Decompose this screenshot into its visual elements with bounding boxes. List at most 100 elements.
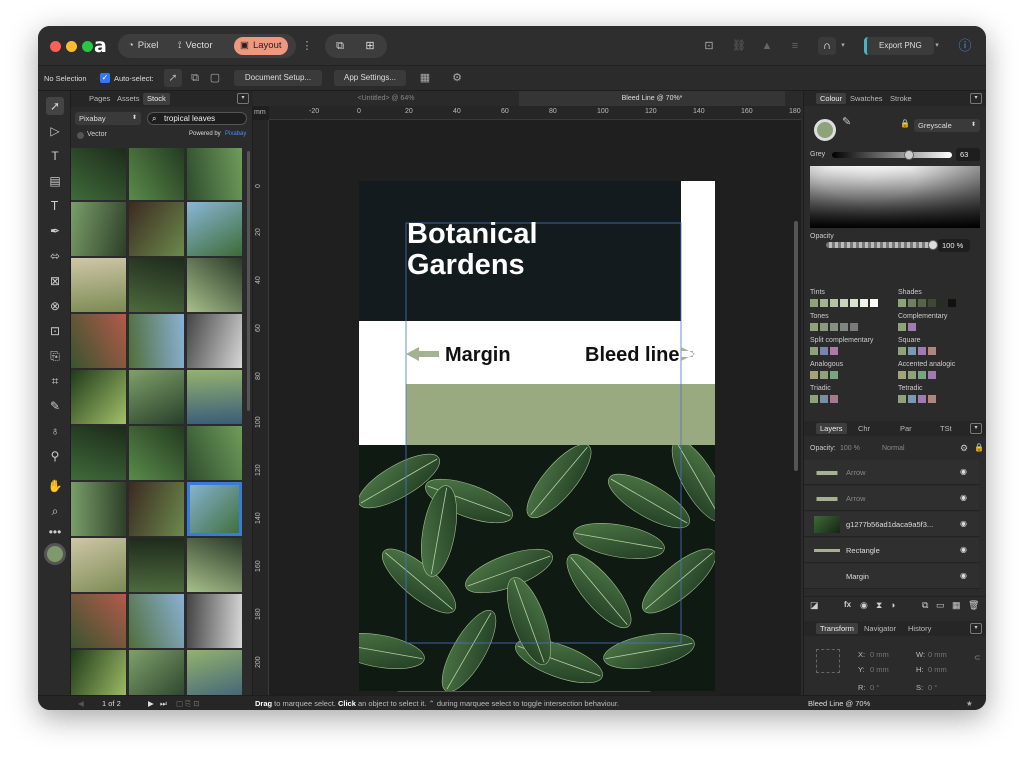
- zoom-window-button[interactable]: [82, 41, 93, 52]
- harmony-swatch[interactable]: [830, 395, 838, 403]
- stock-thumbnail[interactable]: [129, 482, 184, 536]
- adjustment-icon[interactable]: ⧗: [876, 600, 882, 611]
- preview-mode-icon[interactable]: ⊡: [700, 37, 718, 55]
- harmony-swatch[interactable]: [928, 299, 936, 307]
- stock-thumbnail[interactable]: [129, 538, 184, 592]
- harmony-swatch[interactable]: [840, 299, 848, 307]
- selection-cursor-icon[interactable]: ➚: [164, 69, 182, 87]
- stock-thumbnail[interactable]: [187, 258, 242, 312]
- move-tool-icon[interactable]: ➚: [46, 97, 64, 115]
- harmony-swatch[interactable]: [870, 299, 878, 307]
- horizontal-ruler[interactable]: -20 0 20 40 60 80 100 120 140 160 180: [269, 106, 801, 120]
- stock-thumbnail[interactable]: [129, 148, 184, 200]
- warning-icon[interactable]: ▲: [758, 37, 776, 55]
- fill-tool-icon[interactable]: ♁: [46, 422, 64, 440]
- node-tool-icon[interactable]: ▷: [46, 122, 64, 140]
- stock-thumbnail[interactable]: [129, 258, 184, 312]
- tab-text-styles[interactable]: TSt: [936, 423, 956, 434]
- tab-assets[interactable]: Assets: [113, 93, 144, 105]
- snapping-dropdown-icon[interactable]: ▾: [834, 37, 852, 55]
- layer-lock-icon[interactable]: 🔒: [974, 443, 984, 452]
- tab-stroke[interactable]: Stroke: [886, 93, 916, 104]
- tab-history[interactable]: History: [904, 623, 935, 634]
- visibility-eye-icon[interactable]: ◉: [960, 545, 967, 554]
- colour-panel-menu-icon[interactable]: ▾: [970, 93, 982, 104]
- last-page-icon[interactable]: ⏭: [160, 696, 167, 710]
- tab-transform[interactable]: Transform: [816, 623, 858, 634]
- transform-panel-menu-icon[interactable]: ▾: [970, 623, 982, 634]
- visibility-eye-icon[interactable]: ◉: [960, 571, 967, 580]
- tab-bleed-line-document[interactable]: Bleed Line @ 70%*: [519, 91, 785, 106]
- spread-icon[interactable]: ▦: [416, 69, 434, 87]
- harmony-swatch[interactable]: [928, 395, 936, 403]
- text-style-tool-icon[interactable]: ⎘: [46, 347, 64, 365]
- folder-icon[interactable]: ▭: [936, 600, 945, 611]
- stock-thumbnail[interactable]: [129, 202, 184, 256]
- harmony-swatch[interactable]: [898, 323, 906, 331]
- layer-settings-icon[interactable]: ⚙: [960, 443, 968, 454]
- tab-navigator[interactable]: Navigator: [860, 623, 900, 634]
- next-page-icon[interactable]: ▶: [148, 696, 154, 710]
- stock-thumbnail[interactable]: [71, 426, 126, 480]
- shape-tool-icon[interactable]: ⬄: [46, 247, 64, 265]
- artistic-text-tool-icon[interactable]: Ꭲ: [46, 197, 64, 215]
- mask-icon[interactable]: ◉: [860, 600, 868, 611]
- harmony-swatch[interactable]: [918, 347, 926, 355]
- stock-thumbnail[interactable]: [71, 202, 126, 256]
- picture-frame-tool-icon[interactable]: ⊠: [46, 272, 64, 290]
- sage-rectangle[interactable]: [406, 384, 728, 446]
- tab-pages[interactable]: Pages: [85, 93, 114, 105]
- title-line-1[interactable]: Botanical: [407, 218, 538, 250]
- harmony-swatch[interactable]: [918, 299, 926, 307]
- stock-thumbnail[interactable]: [187, 538, 242, 592]
- close-window-button[interactable]: [50, 41, 61, 52]
- document-setup-button[interactable]: Document Setup...: [234, 70, 322, 86]
- stock-thumbnail[interactable]: [71, 258, 126, 312]
- h-field[interactable]: 0 mm: [928, 665, 947, 674]
- harmony-swatch[interactable]: [820, 371, 828, 379]
- export-png-button[interactable]: Export PNG: [864, 37, 934, 55]
- harmony-swatch[interactable]: [810, 299, 818, 307]
- harmony-swatch[interactable]: [928, 347, 936, 355]
- r-field[interactable]: 0 °: [870, 683, 879, 692]
- tab-untitled-document[interactable]: <Untitled> @ 64%: [253, 91, 519, 106]
- tab-colour[interactable]: Colour: [816, 93, 847, 104]
- y-field[interactable]: 0 mm: [870, 665, 889, 674]
- stock-thumbnail[interactable]: [187, 426, 242, 480]
- table-tool-icon[interactable]: ▤: [46, 172, 64, 190]
- pixabay-link[interactable]: Pixabay: [225, 131, 246, 137]
- harmony-swatch[interactable]: [810, 395, 818, 403]
- bleed-line-label[interactable]: Bleed line: [585, 344, 679, 366]
- anchor-selector[interactable]: [816, 649, 840, 673]
- eyedropper-icon[interactable]: ✎: [842, 115, 851, 128]
- harmony-swatch[interactable]: [820, 395, 828, 403]
- prev-page-icon[interactable]: ◀: [78, 696, 84, 710]
- x-field[interactable]: 0 mm: [870, 650, 889, 659]
- settings-gear-icon[interactable]: ⚙: [448, 69, 466, 87]
- page-indicator[interactable]: 1 of 2: [102, 696, 121, 710]
- stock-thumbnail[interactable]: [129, 426, 184, 480]
- harmony-swatch[interactable]: [830, 347, 838, 355]
- grey-slider-handle[interactable]: [904, 150, 914, 160]
- stock-thumbnail[interactable]: [129, 650, 184, 695]
- align-icon[interactable]: ≡: [786, 37, 804, 55]
- pixel-layer-icon[interactable]: ▦: [952, 600, 961, 611]
- opacity-value-field[interactable]: 100 %: [938, 239, 970, 252]
- harmony-swatch[interactable]: [928, 371, 936, 379]
- stroke-color-well[interactable]: [44, 543, 66, 565]
- harmony-swatch[interactable]: [810, 371, 818, 379]
- lock-icon[interactable]: 🔒: [900, 119, 910, 128]
- w-field[interactable]: 0 mm: [928, 650, 947, 659]
- tab-stock[interactable]: Stock: [143, 93, 170, 105]
- layer-row[interactable]: Arrow ◉: [804, 486, 979, 511]
- stock-thumbnail[interactable]: [71, 148, 126, 200]
- crop-tool-icon[interactable]: ⌗: [46, 372, 64, 390]
- vector-toggle[interactable]: [77, 132, 84, 139]
- stock-search-input[interactable]: ⌕ tropical leaves: [147, 112, 247, 125]
- grid-scrollbar[interactable]: [247, 151, 250, 411]
- grey-value-field[interactable]: 63: [956, 148, 980, 161]
- auto-select-checkbox[interactable]: ✓: [100, 73, 110, 83]
- harmony-swatch[interactable]: [820, 347, 828, 355]
- stock-thumbnail[interactable]: [71, 370, 126, 424]
- layer-row[interactable]: Rectangle ◉: [804, 538, 979, 563]
